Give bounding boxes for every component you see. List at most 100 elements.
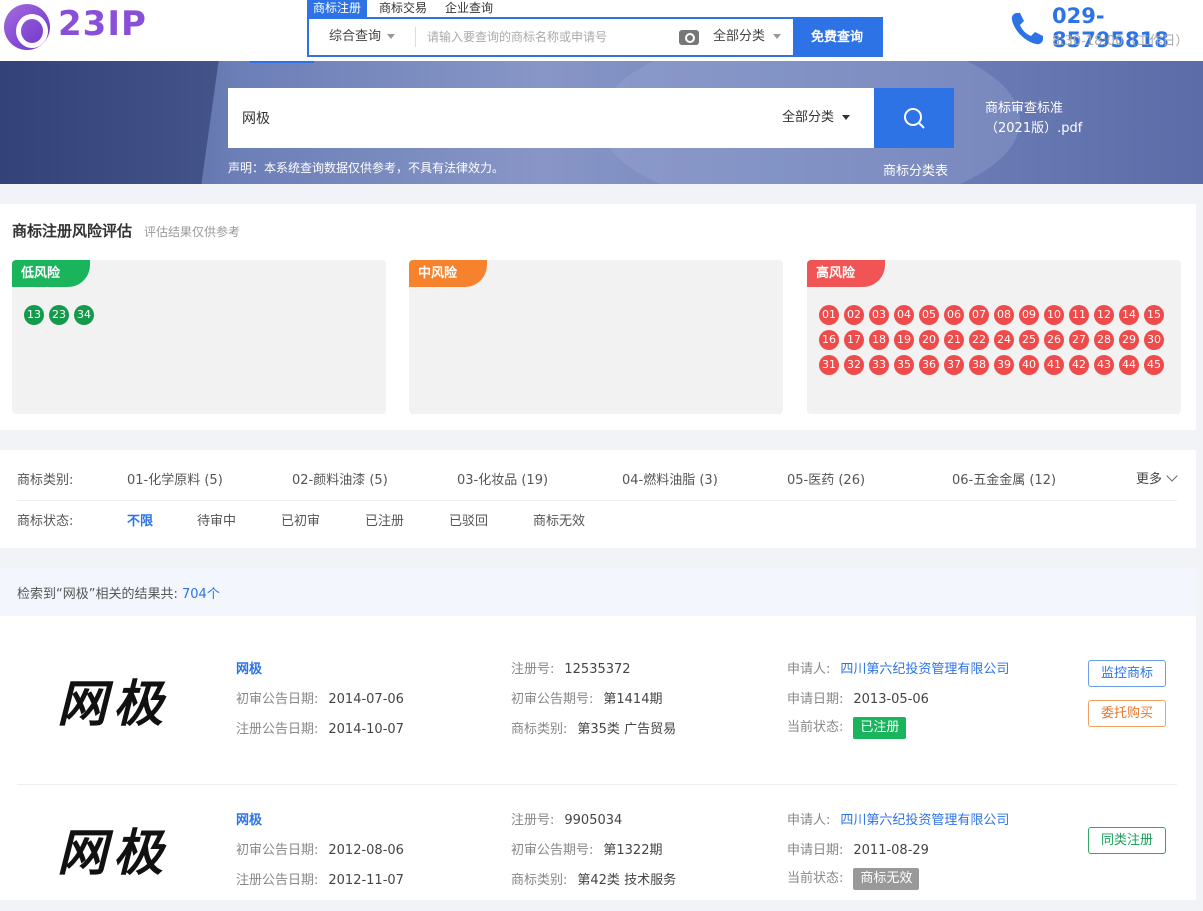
risk-class-badge[interactable]: 32 (844, 355, 864, 375)
risk-class-badge[interactable]: 22 (969, 330, 989, 350)
status-filter-row: 商标状态: 不限 待审中 已初审 已注册 已驳回 商标无效 (17, 507, 617, 531)
top-category-select[interactable]: 全部分类 (713, 19, 782, 55)
field-value: 2012-11-07 (328, 873, 404, 888)
class-table-link[interactable]: 商标分类表 (883, 160, 948, 179)
status-filter-item[interactable]: 已注册 (365, 510, 449, 529)
status-filter-item[interactable]: 商标无效 (533, 510, 617, 529)
field-label: 申请人: (787, 813, 831, 828)
first-trial-date: 初审公告日期: 2012-08-06 (236, 839, 404, 858)
tab-trademark-trade[interactable]: 商标交易 (373, 0, 433, 17)
risk-class-badge[interactable]: 09 (1019, 305, 1039, 325)
risk-class-badge[interactable]: 21 (944, 330, 964, 350)
applicant: 申请人: 四川第六纪投资管理有限公司 (787, 658, 1009, 677)
category-filter-item[interactable]: 02-颜料油漆 (5) (292, 469, 457, 488)
low-risk-classes: 13 23 34 (24, 305, 384, 330)
apply-date: 申请日期: 2011-08-29 (787, 839, 929, 858)
review-standard-pdf-link[interactable]: 商标审查标准（2021版）.pdf (985, 99, 1105, 139)
status-filter-item[interactable]: 已驳回 (449, 510, 533, 529)
field-value: 2014-07-06 (328, 692, 404, 707)
search-type-label: 综合查询 (328, 29, 381, 44)
tab-company-search[interactable]: 企业查询 (439, 0, 499, 17)
risk-class-badge[interactable]: 03 (869, 305, 889, 325)
risk-class-badge[interactable]: 38 (969, 355, 989, 375)
status-filter-item[interactable]: 待审中 (197, 510, 281, 529)
applicant-link[interactable]: 四川第六纪投资管理有限公司 (840, 813, 1009, 828)
risk-class-badge[interactable]: 27 (1069, 330, 1089, 350)
risk-class-badge[interactable]: 01 (819, 305, 839, 325)
risk-class-badge[interactable]: 37 (944, 355, 964, 375)
more-categories-button[interactable]: 更多 (1136, 468, 1178, 487)
risk-class-badge[interactable]: 05 (919, 305, 939, 325)
risk-class-badge[interactable]: 15 (1144, 305, 1164, 325)
risk-class-badge[interactable]: 36 (919, 355, 939, 375)
risk-class-badge[interactable]: 34 (74, 305, 94, 325)
risk-class-badge[interactable]: 39 (994, 355, 1014, 375)
category-filter-item[interactable]: 01-化学原料 (5) (127, 469, 292, 488)
risk-class-badge[interactable]: 31 (819, 355, 839, 375)
camera-icon[interactable] (679, 30, 699, 45)
free-search-button[interactable]: 免费查询 (793, 19, 881, 55)
risk-class-badge[interactable]: 30 (1144, 330, 1164, 350)
search-type-select[interactable]: 综合查询 (309, 19, 415, 55)
risk-class-badge[interactable]: 44 (1119, 355, 1139, 375)
reg-pub-date: 注册公告日期: 2012-11-07 (236, 869, 404, 888)
risk-class-badge[interactable]: 20 (919, 330, 939, 350)
top-search-input[interactable] (427, 27, 667, 47)
category-filter-item[interactable]: 03-化妆品 (19) (457, 469, 622, 488)
risk-class-badge[interactable]: 04 (894, 305, 914, 325)
high-risk-card: 高风险 01 02 03 04 05 06 07 08 09 10 11 12 14 15 16 17 18 19… (807, 260, 1181, 414)
trademark-image[interactable]: 网极 (57, 664, 169, 736)
entrust-purchase-button[interactable]: 委托购买 (1088, 700, 1166, 727)
trial-issue: 初审公告期号: 第1414期 (511, 688, 662, 707)
risk-subtitle: 评估结果仅供参考 (144, 225, 241, 239)
risk-class-badge[interactable]: 33 (869, 355, 889, 375)
risk-class-badge[interactable]: 02 (844, 305, 864, 325)
main-search-button[interactable] (874, 88, 954, 148)
category-filter-item[interactable]: 04-燃料油脂 (3) (622, 469, 787, 488)
result-row: 网极 网极 初审公告日期: 2012-08-06 注册公告日期: 2012-11-0… (17, 784, 1177, 904)
risk-class-badge[interactable]: 10 (1044, 305, 1064, 325)
risk-class-badge[interactable]: 06 (944, 305, 964, 325)
risk-class-badge[interactable]: 35 (894, 355, 914, 375)
risk-class-badge[interactable]: 23 (49, 305, 69, 325)
tab-trademark-register[interactable]: 商标注册 (307, 0, 368, 17)
risk-class-badge[interactable]: 16 (819, 330, 839, 350)
status-filter-item-all[interactable]: 不限 (127, 510, 197, 529)
risk-class-badge[interactable]: 17 (844, 330, 864, 350)
risk-class-badge[interactable]: 11 (1069, 305, 1089, 325)
risk-class-badge[interactable]: 29 (1119, 330, 1139, 350)
risk-class-badge[interactable]: 13 (24, 305, 44, 325)
risk-class-badge[interactable]: 40 (1019, 355, 1039, 375)
trademark-name[interactable]: 网极 (236, 658, 262, 677)
work-hours: 8:30-18:00（工作日） (1052, 34, 1189, 49)
risk-class-badge[interactable]: 07 (969, 305, 989, 325)
trademark-image[interactable]: 网极 (57, 813, 169, 885)
trademark-name[interactable]: 网极 (236, 809, 262, 828)
category-filter-item[interactable]: 06-五金金属 (12) (952, 469, 1117, 488)
monitor-trademark-button[interactable]: 监控商标 (1088, 660, 1166, 687)
risk-class-badge[interactable]: 42 (1069, 355, 1089, 375)
risk-class-badge[interactable]: 45 (1144, 355, 1164, 375)
results-summary: 检索到“网极”相关的结果共: 704个 (0, 568, 1196, 616)
risk-class-badge[interactable]: 28 (1094, 330, 1114, 350)
risk-class-badge[interactable]: 14 (1119, 305, 1139, 325)
category-filter-item[interactable]: 05-医药 (26) (787, 469, 952, 488)
risk-class-badge[interactable]: 08 (994, 305, 1014, 325)
main-search-input[interactable] (242, 106, 742, 130)
risk-class-badge[interactable]: 26 (1044, 330, 1064, 350)
field-label: 初审公告期号: (511, 843, 594, 858)
risk-class-badge[interactable]: 12 (1094, 305, 1114, 325)
status-filter-item[interactable]: 已初审 (281, 510, 365, 529)
risk-class-badge[interactable]: 41 (1044, 355, 1064, 375)
risk-class-badge[interactable]: 24 (994, 330, 1014, 350)
risk-class-badge[interactable]: 18 (869, 330, 889, 350)
same-class-register-button[interactable]: 同类注册 (1088, 827, 1166, 854)
field-label: 初审公告期号: (511, 692, 594, 707)
applicant-link[interactable]: 四川第六纪投资管理有限公司 (840, 662, 1009, 677)
main-category-select[interactable]: 全部分类 (782, 88, 851, 148)
field-label: 注册号: (511, 813, 555, 828)
logo[interactable]: 23IP (2, 2, 162, 50)
risk-class-badge[interactable]: 25 (1019, 330, 1039, 350)
risk-class-badge[interactable]: 19 (894, 330, 914, 350)
risk-class-badge[interactable]: 43 (1094, 355, 1114, 375)
